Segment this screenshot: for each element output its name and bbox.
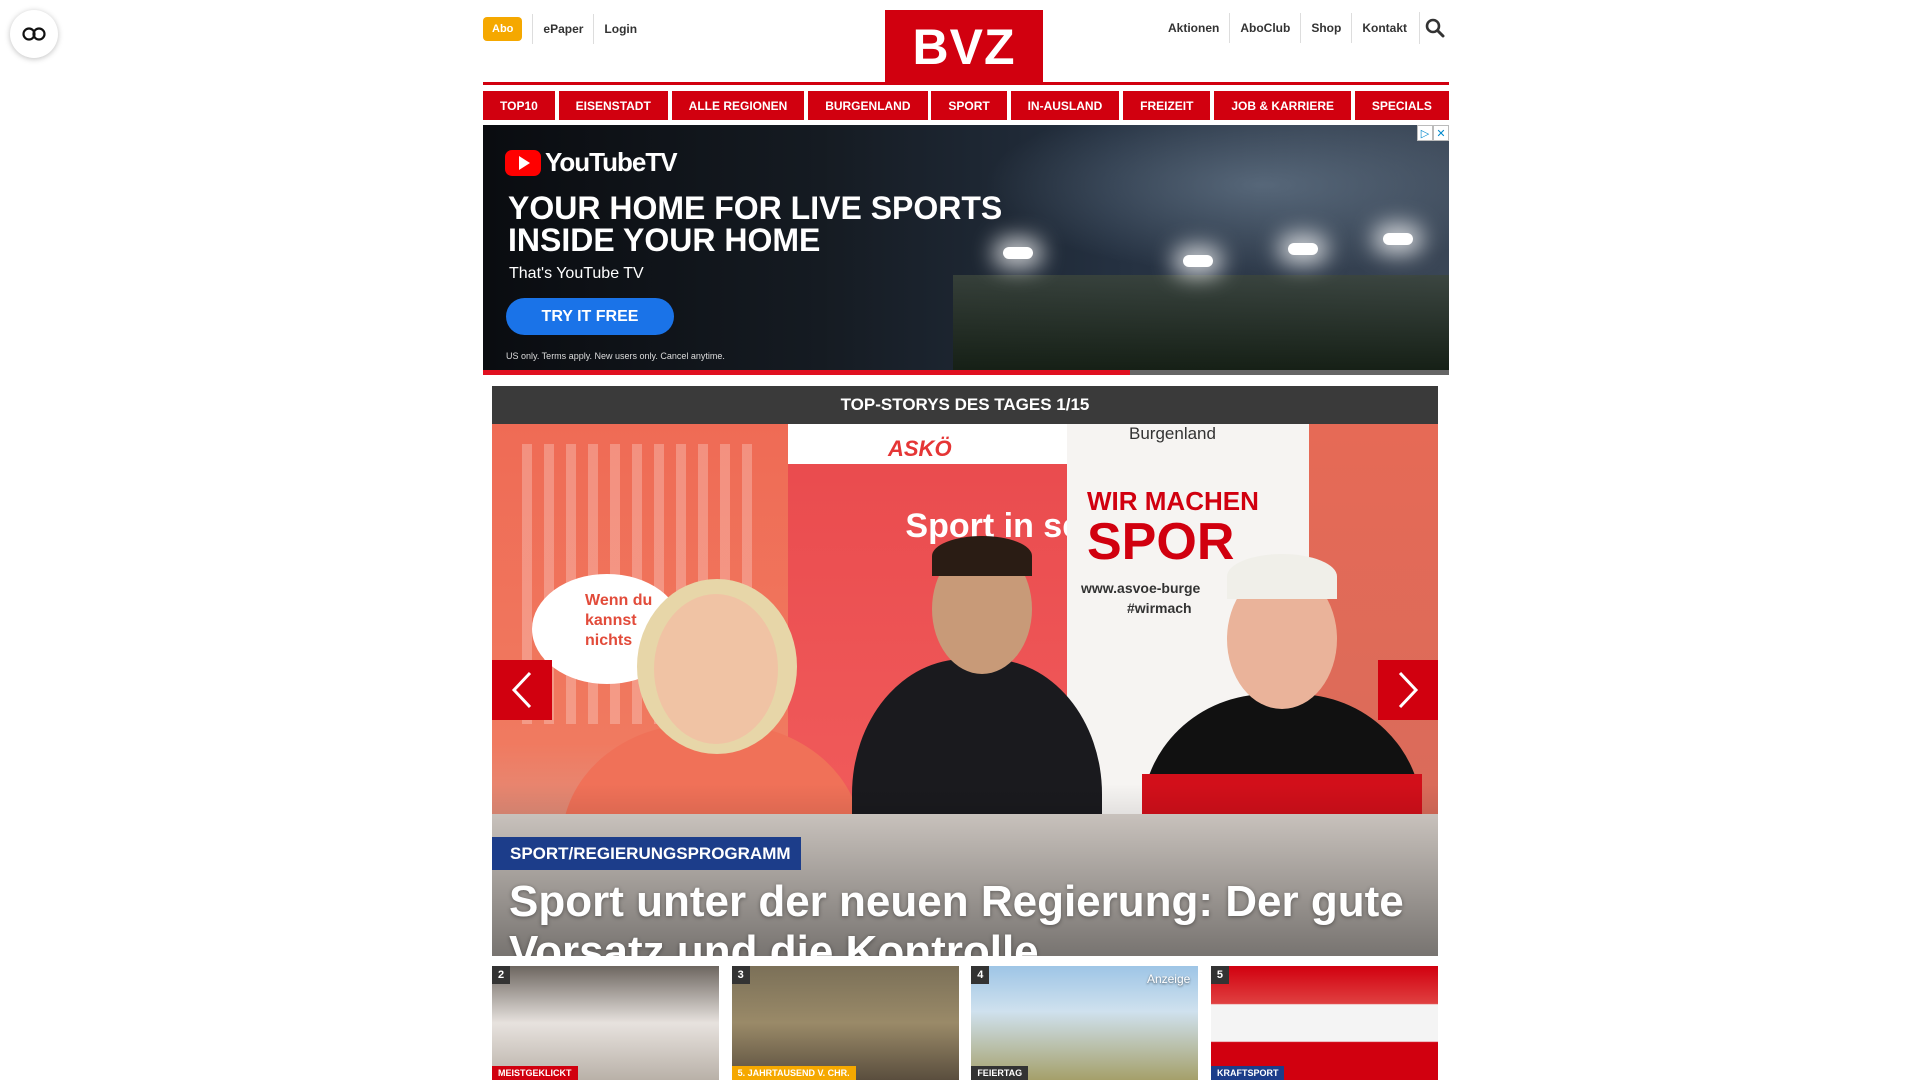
kontakt-link[interactable]: Kontakt [1351,13,1417,43]
nav-item-in-ausland[interactable]: IN-AUSLAND [1010,91,1120,120]
thumbnail-story-2[interactable]: 2 MEISTGEKLICKT [492,966,719,1080]
abo-button[interactable]: Abo [483,17,523,41]
carousel-prev-button[interactable] [492,660,552,720]
nav-item-sport[interactable]: SPORT [931,91,1007,120]
top-stories-title: TOP-STORYS DES TAGES 1/15 [492,386,1438,424]
adchoices-icon[interactable]: ▷ [1417,125,1433,141]
nav-item-alle-regionen[interactable]: ALLE REGIONEN [671,91,805,120]
thumbnail-category: MEISTGEKLICKT [492,1066,578,1080]
thumbnail-number: 2 [492,966,510,984]
thumbnail-story-4[interactable]: 4 Anzeige FEIERTAG [971,966,1199,1080]
ad-choices[interactable]: ▷ ✕ [1417,125,1449,141]
story-category-badge[interactable]: SPORT/REGIERUNGSPROGRAMM [492,837,801,870]
thumbnail-category: 5. JAHRTAUSEND V. CHR. [731,1066,856,1080]
story-headline[interactable]: Sport unter der neuen Regierung: Der gut… [509,877,1429,956]
stadium-light [1383,233,1413,245]
thumbnail-story-5[interactable]: 5 KRAFTSPORT [1210,966,1438,1080]
nav-item-specials[interactable]: SPECIALS [1354,91,1449,120]
youtube-tv-ad[interactable]: ▷ ✕ YouTubeTV YOUR HOME FOR LIVE SPORTS … [483,125,1449,375]
top-stories-carousel: TOP-STORYS DES TAGES 1/15 Wenn du kannst… [492,386,1438,956]
main-navigation: TOP10 EISENSTADT ALLE REGIONEN BURGENLAN… [483,91,1449,120]
nav-item-burgenland[interactable]: BURGENLAND [808,91,928,120]
header-right-links: Aktionen AboClub Shop Kontakt [1157,12,1449,44]
thumbnail-story-3[interactable]: 3 5. JAHRTAUSEND V. CHR. [731,966,959,1080]
nav-item-eisenstadt[interactable]: EISENSTADT [558,91,668,120]
ad-stadium [953,275,1449,375]
shop-link[interactable]: Shop [1300,13,1351,43]
accessibility-icon [22,27,46,41]
accessibility-button[interactable] [10,10,58,58]
thumbnail-number: 4 [971,966,990,984]
ad-subline: That's YouTube TV [509,265,644,282]
nav-item-job-karriere[interactable]: JOB & KARRIERE [1214,91,1352,120]
try-it-free-button[interactable]: TRY IT FREE [506,298,674,335]
ad-progress-fill [483,370,1131,375]
ad-fine-print: US only. Terms apply. New users only. Ca… [506,351,725,361]
epaper-link[interactable]: ePaper [532,14,593,44]
nav-item-freizeit[interactable]: FREIZEIT [1123,91,1211,120]
thumbnail-number: 3 [731,966,750,984]
chevron-left-icon [511,671,532,709]
youtube-play-icon [505,149,541,176]
header-left-links: Abo ePaper Login [483,14,647,44]
photo-spor-text: SPOR [1087,513,1235,571]
search-button[interactable] [1419,12,1449,44]
nav-item-top10[interactable]: TOP10 [483,91,555,120]
youtube-tv-logo: YouTubeTV [505,147,678,178]
photo-url-text: www.asvoe-burge [1081,580,1201,596]
top-story-image[interactable]: Wenn du kannst nichts ASKÖ Sport in sei … [492,424,1438,956]
ad-headline: YOUR HOME FOR LIVE SPORTS INSIDE YOUR HO… [508,190,1003,258]
thumbnail-category: FEIERTAG [971,1066,1029,1080]
close-icon[interactable]: ✕ [1433,125,1449,141]
photo-burgenland-text: Burgenland [1129,424,1216,443]
stadium-light [1183,255,1213,267]
aboclub-link[interactable]: AboClub [1229,13,1300,43]
photo-hashtag-text: #wirmach [1127,600,1192,616]
chevron-right-icon [1398,671,1419,709]
ad-progress-bar [483,370,1449,375]
search-icon [1425,18,1444,38]
header-divider [483,82,1449,85]
aktionen-link[interactable]: Aktionen [1158,13,1229,43]
login-link[interactable]: Login [593,14,647,44]
page: Abo ePaper Login BVZ Aktionen AboClub Sh… [0,0,1920,1080]
story-thumbnails: 2 MEISTGEKLICKT 3 5. JAHRTAUSEND V. CHR.… [492,966,1438,1080]
carousel-next-button[interactable] [1378,660,1438,720]
thumbnail-ad-label: Anzeige [1146,972,1191,986]
bvz-logo[interactable]: BVZ [885,10,1043,83]
stadium-light [1288,243,1318,255]
thumbnail-number: 5 [1210,966,1229,984]
thumbnail-category: KRAFTSPORT [1210,1066,1285,1080]
header: Abo ePaper Login BVZ Aktionen AboClub Sh… [483,0,1449,83]
photo-asko-text: ASKÖ [888,436,952,461]
